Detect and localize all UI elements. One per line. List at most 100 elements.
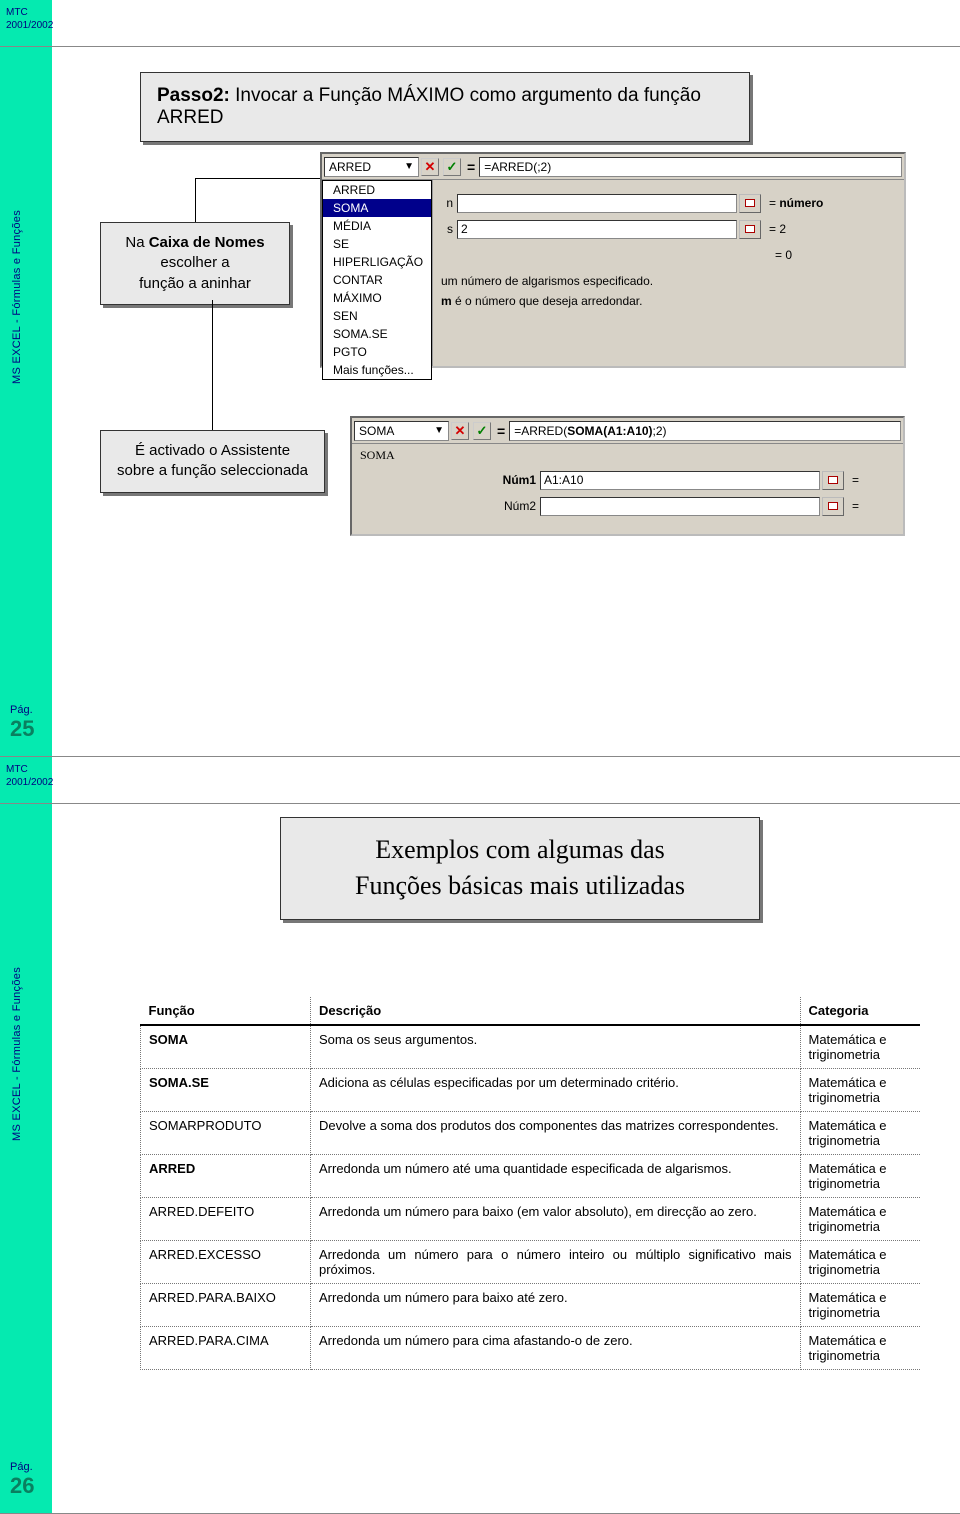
callout-name-box: Na Caixa de Nomes escolher a função a an… <box>100 222 290 305</box>
dropdown-item[interactable]: MÁXIMO <box>323 289 431 307</box>
dropdown-item-selected[interactable]: SOMA <box>323 199 431 217</box>
excel-panel-2: SOMA ▼ ✕ ✓ = =ARRED(SOMA(A1:A10);2) SOMA… <box>350 416 905 536</box>
cell-cat: Matemática e triginometria <box>800 1327 920 1370</box>
dropdown-item[interactable]: CONTAR <box>323 271 431 289</box>
title2-l1: Exemplos com algumas das <box>375 835 665 864</box>
callA-bold: Caixa de Nomes <box>149 234 265 251</box>
dropdown-item[interactable]: SE <box>323 235 431 253</box>
callA-l1a: Na <box>125 234 148 251</box>
slide-26: MTC 2001/2002 MS EXCEL - Fórmulas e Funç… <box>0 757 960 1514</box>
name-box-text: SOMA <box>359 424 394 438</box>
cell-cat: Matemática e triginometria <box>800 1284 920 1327</box>
excel-panel-1: ARRED ▼ ✕ ✓ = =ARRED(;2) ARRED SOMA MÉDI… <box>320 152 906 368</box>
header-rule <box>0 803 960 804</box>
cell-cat: Matemática e triginometria <box>800 1155 920 1198</box>
overall-result-text: 0 <box>785 248 792 262</box>
formula-bar-2: SOMA ▼ ✕ ✓ = =ARRED(SOMA(A1:A10);2) <box>352 418 903 444</box>
equals-icon: = <box>497 423 505 439</box>
col-header-func: Função <box>141 997 311 1025</box>
cell-func: SOMARPRODUTO <box>141 1112 311 1155</box>
wizard-help-2: m é o número que deseja arredondar. <box>433 294 904 314</box>
dropdown-item[interactable]: PGTO <box>323 343 431 361</box>
dropdown-item[interactable]: MÉDIA <box>323 217 431 235</box>
callA-l3: função a aninhar <box>139 275 251 292</box>
table-row: SOMARPRODUTODevolve a soma dos produtos … <box>141 1112 921 1155</box>
cell-desc: Adiciona as células especificadas por um… <box>311 1069 801 1112</box>
cell-func: SOMA.SE <box>141 1069 311 1112</box>
arg2-result: = 2 <box>769 222 786 236</box>
ref-picker-icon[interactable] <box>739 220 761 239</box>
dropdown-item[interactable]: Mais funções... <box>323 361 431 379</box>
arg-label: s <box>437 222 457 236</box>
cell-desc: Arredonda um número até uma quantidade e… <box>311 1155 801 1198</box>
slide-25: MTC 2001/2002 MS EXCEL - Fórmulas e Funç… <box>0 0 960 757</box>
title-rest: Invocar a Função MÁXIMO como argumento d… <box>157 85 701 128</box>
name-box[interactable]: SOMA ▼ <box>354 421 449 441</box>
arg-label: Núm2 <box>360 499 540 513</box>
connector <box>212 300 213 430</box>
cell-desc: Arredonda um número para baixo (em valor… <box>311 1198 801 1241</box>
num2-input[interactable] <box>540 497 820 516</box>
mtc-label: MTC 2001/2002 <box>6 6 53 32</box>
formula-input[interactable]: =ARRED(SOMA(A1:A10);2) <box>509 421 901 441</box>
enter-icon[interactable]: ✓ <box>473 422 491 440</box>
page-number: 25 <box>10 716 34 742</box>
sidebar-vertical-title: MS EXCEL - Fórmulas e Funções <box>11 210 23 384</box>
overall-result: = 0 <box>775 248 792 262</box>
dropdown-item[interactable]: HIPERLIGAÇÃO <box>323 253 431 271</box>
ref-picker-icon[interactable] <box>822 497 844 516</box>
formula-bar-1: ARRED ▼ ✕ ✓ = =ARRED(;2) <box>322 154 904 180</box>
equals-icon: = <box>467 159 475 175</box>
arg1-result-text: número <box>779 196 823 210</box>
cancel-icon[interactable]: ✕ <box>421 158 439 176</box>
callout-assistente: É activado o Assistente sobre a função s… <box>100 430 325 493</box>
cell-desc: Soma os seus argumentos. <box>311 1025 801 1069</box>
page-indicator-25: Pág. 25 <box>10 704 34 742</box>
cell-desc: Devolve a soma dos produtos dos componen… <box>311 1112 801 1155</box>
cell-cat: Matemática e triginometria <box>800 1198 920 1241</box>
name-box-text: ARRED <box>329 160 371 174</box>
formula-input[interactable]: =ARRED(;2) <box>479 157 902 177</box>
left-rail <box>0 0 52 756</box>
mtc-line2: 2001/2002 <box>6 19 53 32</box>
callA-l2: escolher a <box>160 254 229 271</box>
slide1-title-box: Passo2: Invocar a Função MÁXIMO como arg… <box>140 72 750 142</box>
table-row: ARRED.PARA.BAIXOArredonda um número para… <box>141 1284 921 1327</box>
function-dropdown[interactable]: ARRED SOMA MÉDIA SE HIPERLIGAÇÃO CONTAR … <box>322 180 432 380</box>
wizard-help-bold: m <box>441 294 452 308</box>
page-label: Pág. <box>10 704 34 716</box>
arg1-input[interactable] <box>457 194 737 213</box>
name-box-arrow-icon[interactable]: ▼ <box>404 161 414 172</box>
cell-cat: Matemática e triginometria <box>800 1069 920 1112</box>
mtc-line2: 2001/2002 <box>6 776 53 789</box>
enter-icon[interactable]: ✓ <box>443 158 461 176</box>
cell-func: ARRED.EXCESSO <box>141 1241 311 1284</box>
cell-desc: Arredonda um número para cima afastando-… <box>311 1327 801 1370</box>
function-wizard-arred: n = número s 2 = 2 = 0 um número de alga… <box>432 180 904 366</box>
cancel-icon[interactable]: ✕ <box>451 422 469 440</box>
arg-label: n <box>437 196 457 210</box>
cell-cat: Matemática e triginometria <box>800 1025 920 1069</box>
table-row: ARREDArredonda um número até uma quantid… <box>141 1155 921 1198</box>
cell-func: ARRED.PARA.CIMA <box>141 1327 311 1370</box>
cell-cat: Matemática e triginometria <box>800 1112 920 1155</box>
title2-l2: Funções básicas mais utilizadas <box>355 871 685 900</box>
eq-sign: = <box>852 499 859 513</box>
ref-picker-icon[interactable] <box>739 194 761 213</box>
cell-func: ARRED.DEFEITO <box>141 1198 311 1241</box>
ref-picker-icon[interactable] <box>822 471 844 490</box>
wizard-help-rest: é o número que deseja arredondar. <box>452 294 643 308</box>
arg2-input[interactable]: 2 <box>457 220 737 239</box>
connector <box>195 178 196 222</box>
dropdown-item[interactable]: SEN <box>323 307 431 325</box>
dropdown-item[interactable]: ARRED <box>323 181 431 199</box>
name-box[interactable]: ARRED ▼ <box>324 157 419 177</box>
dropdown-item[interactable]: SOMA.SE <box>323 325 431 343</box>
name-box-arrow-icon[interactable]: ▼ <box>434 425 444 436</box>
page-indicator-26: Pág. 26 <box>10 1461 34 1499</box>
cell-desc: Arredonda um número para baixo até zero. <box>311 1284 801 1327</box>
mtc-line1: MTC <box>6 763 53 776</box>
cell-cat: Matemática e triginometria <box>800 1241 920 1284</box>
num1-input[interactable]: A1:A10 <box>540 471 820 490</box>
sidebar-vertical-title: MS EXCEL - Fórmulas e Funções <box>11 967 23 1141</box>
